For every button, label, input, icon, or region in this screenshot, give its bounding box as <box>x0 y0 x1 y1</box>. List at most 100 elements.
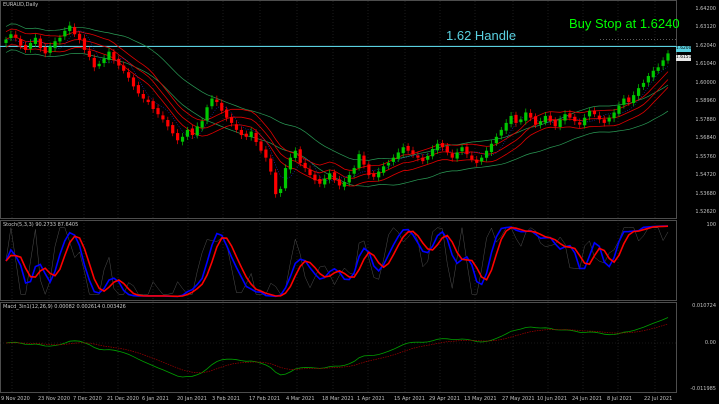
date-axis-tick: 23 Nov 2020 <box>38 396 71 402</box>
candle-body <box>190 128 194 136</box>
candle-body <box>411 150 415 155</box>
candle-body <box>9 34 13 39</box>
price-axis-tick: 1.57880 <box>695 116 716 123</box>
candle-body <box>313 174 317 181</box>
bollinger-lower <box>5 49 669 187</box>
candle-body <box>136 85 140 94</box>
stoch-raw-line <box>5 227 669 296</box>
date-axis-tick: 6 Jan 2021 <box>142 396 169 402</box>
macd-panel-frame <box>0 302 677 393</box>
candle-body <box>264 149 268 158</box>
buy-stop-annotation: Buy Stop at 1.6240 <box>569 16 680 31</box>
candle-body <box>279 188 283 194</box>
candle-body <box>445 146 449 153</box>
candle-body <box>627 97 631 103</box>
candle-body <box>131 77 136 87</box>
candle-body <box>97 63 101 67</box>
candle-body <box>529 112 533 118</box>
candle-body <box>117 58 121 66</box>
candle-body <box>372 173 376 177</box>
stoch-panel-frame <box>0 220 677 301</box>
date-axis-tick: 13 May 2021 <box>464 396 497 402</box>
candle-body <box>200 121 204 128</box>
candle-body <box>92 57 96 68</box>
chart-canvas[interactable] <box>0 0 719 404</box>
date-axis-tick: 20 Jan 2021 <box>177 396 207 402</box>
main-panel-frame <box>0 0 677 219</box>
candle-body <box>607 117 611 122</box>
current-price-box: 1.61511 <box>676 55 695 61</box>
candle-body <box>269 158 273 172</box>
candle-body <box>465 146 469 155</box>
candle-body <box>259 141 263 151</box>
candle-body <box>612 112 616 119</box>
candle-body <box>337 179 342 186</box>
candle-body <box>283 168 288 189</box>
candle-body <box>426 155 430 160</box>
candle-body <box>396 152 400 159</box>
date-axis-tick: 27 May 2021 <box>502 396 535 402</box>
candle-body <box>435 143 440 151</box>
date-axis-tick: 7 Dec 2020 <box>73 396 102 402</box>
date-axis-tick: 8 Jul 2021 <box>607 396 633 402</box>
candle-body <box>38 38 42 49</box>
candle-body <box>53 41 57 48</box>
candle-body <box>578 122 582 125</box>
bollinger-upper <box>5 23 669 161</box>
candle-body <box>622 98 626 105</box>
candle-body <box>401 147 405 154</box>
candle-body <box>362 155 366 165</box>
candle-body <box>332 172 337 181</box>
handle-price-box: 1.62000 <box>676 46 695 52</box>
handle-annotation: 1.62 Handle <box>446 28 517 43</box>
candle-body <box>592 110 597 115</box>
candle-body <box>151 101 155 109</box>
candle-body <box>102 58 106 64</box>
chart-title: EURAUD,Daily <box>3 2 39 8</box>
candle-body <box>185 129 190 137</box>
candle-body <box>602 119 606 123</box>
macd-signal-line <box>5 323 669 374</box>
candle-body <box>553 119 557 127</box>
candle-body <box>641 82 646 87</box>
candle-body <box>73 26 77 35</box>
candle-body <box>107 51 111 60</box>
candle-body <box>661 60 665 66</box>
candle-body <box>347 175 351 183</box>
candle-body <box>352 168 356 174</box>
candle-body <box>244 133 248 137</box>
candle-body <box>176 133 180 141</box>
candle-body <box>77 33 82 40</box>
price-axis-tick: 1.62040 <box>695 42 716 49</box>
candle-body <box>43 46 47 54</box>
date-axis-tick: 24 Jun 2021 <box>572 396 603 402</box>
price-axis-tick: 1.53680 <box>695 190 716 197</box>
envelope-upper <box>5 28 669 171</box>
macd-axis-top: 0.010724 <box>692 303 716 309</box>
candle-body <box>288 157 293 170</box>
candle-body <box>63 30 67 37</box>
candle-body <box>548 115 552 122</box>
candle-body <box>509 115 513 124</box>
candle-body <box>617 105 621 114</box>
price-axis-tick: 1.60000 <box>695 79 716 86</box>
candle-body <box>82 38 87 50</box>
candle-body <box>524 112 528 121</box>
candle-body <box>421 157 425 162</box>
price-axis-tick: 1.64200 <box>695 6 716 12</box>
date-axis-tick: 17 Feb 2021 <box>249 396 281 402</box>
candle-body <box>367 164 371 176</box>
date-axis-tick: 29 Apr 2021 <box>429 396 460 402</box>
candle-body <box>239 129 243 136</box>
candle-body <box>646 75 650 83</box>
candle-body <box>298 149 302 163</box>
date-axis-tick: 9 Nov 2020 <box>1 396 30 402</box>
price-axis-tick: 1.55760 <box>695 153 716 160</box>
candle-body <box>519 119 523 123</box>
candle-body <box>24 44 28 50</box>
candle-body <box>494 136 498 144</box>
candle-body <box>587 110 592 117</box>
candle-body <box>171 125 175 134</box>
date-axis-tick: 18 Mar 2021 <box>322 396 354 402</box>
candle-body <box>381 166 386 173</box>
